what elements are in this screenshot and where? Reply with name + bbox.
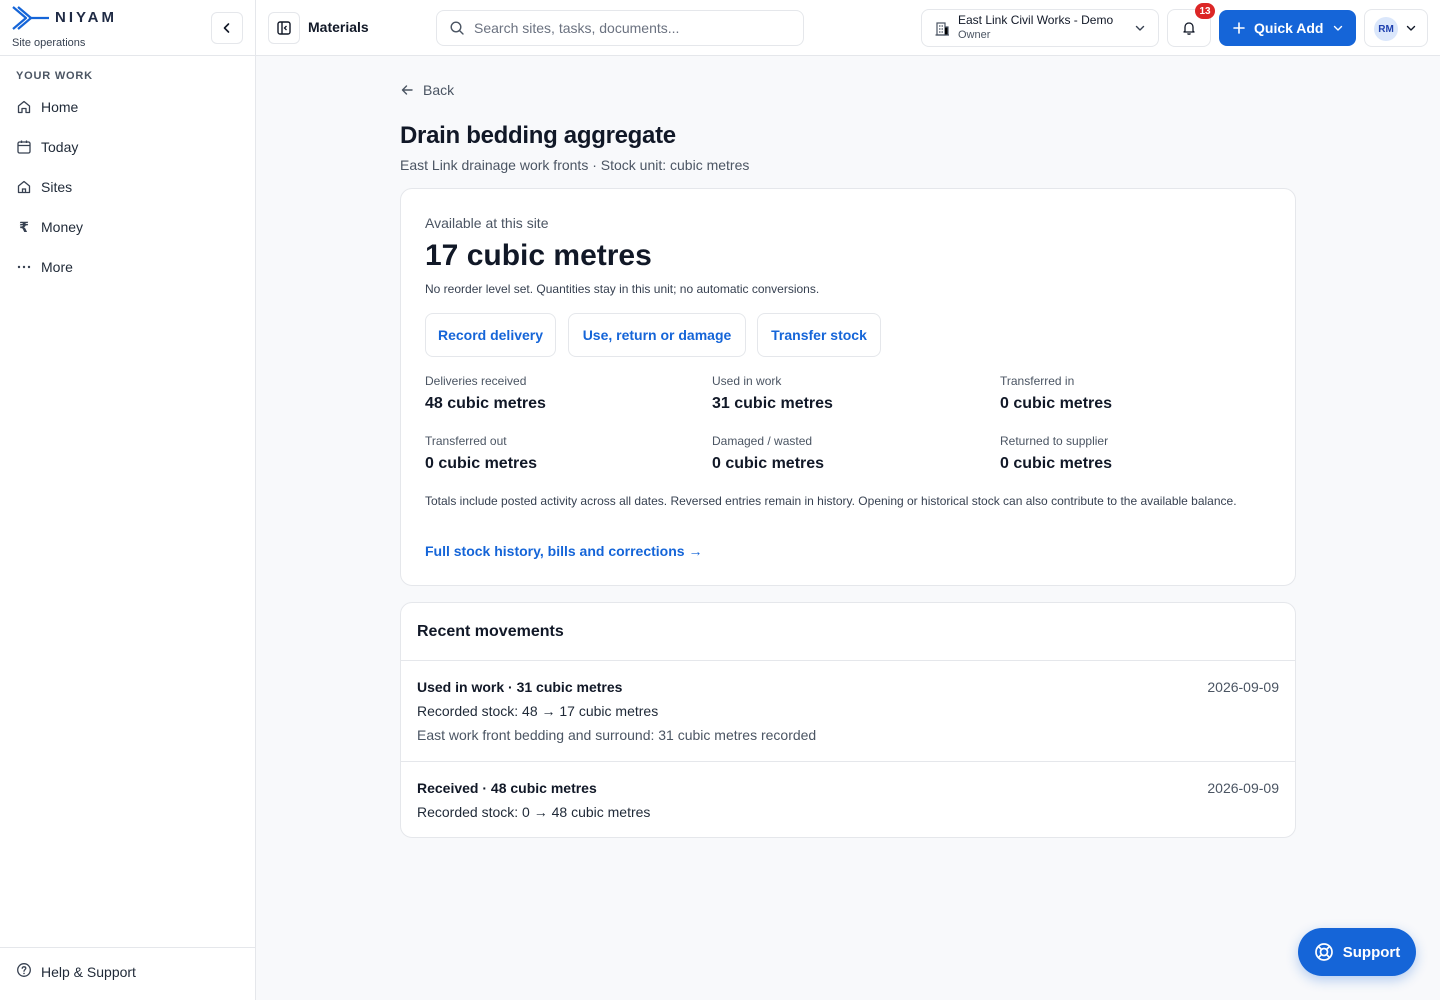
help-icon <box>16 962 32 981</box>
stat-label: Damaged / wasted <box>712 434 813 448</box>
movement-heading: Received · 48 cubic metres <box>417 780 597 796</box>
movement-stock-change: Recorded stock: 48 → 17 cubic metres <box>417 703 659 719</box>
movement-date: 2026-09-09 <box>1207 780 1279 796</box>
calendar-icon <box>16 139 32 155</box>
sidebar-footer: Help & Support <box>0 947 255 1000</box>
stat-value: 31 cubic metres <box>712 395 833 412</box>
stat-label: Used in work <box>712 374 782 388</box>
reorder-note: No reorder level set. Quantities stay in… <box>425 282 820 296</box>
sidebar-item-label: Home <box>41 99 79 115</box>
support-label: Support <box>1342 943 1401 961</box>
sidebar-item-today[interactable]: Today <box>16 133 78 161</box>
stat-damaged-wasted: Damaged / wasted 0 cubic metres <box>712 434 972 473</box>
stat-deliveries-received: Deliveries received 48 cubic metres <box>425 374 685 413</box>
sidebar: NIYAM Site operations YOUR WORK Home Tod… <box>0 0 256 1000</box>
section-label-your-work: YOUR WORK <box>16 70 93 82</box>
help-support-label: Help & Support <box>41 963 136 980</box>
stat-transferred-out: Transferred out 0 cubic metres <box>425 434 685 473</box>
back-label: Back <box>423 82 455 98</box>
back-link[interactable]: Back <box>400 80 454 100</box>
topbar: Materials East Link Civil Works - Demo O… <box>256 0 1440 56</box>
chevron-down-icon <box>1406 25 1416 31</box>
stat-value: 0 cubic metres <box>1000 455 1113 472</box>
sidebar-item-label: More <box>41 259 73 275</box>
plus-icon <box>1233 22 1245 34</box>
niyam-logo-icon <box>12 6 49 30</box>
avatar: RM <box>1374 17 1398 41</box>
sidebar-item-label: Money <box>41 219 84 235</box>
page-title: Drain bedding aggregate <box>400 122 676 149</box>
sidebar-item-sites[interactable]: Sites <box>16 173 72 201</box>
notification-count-badge: 13 <box>1195 3 1215 19</box>
recent-movements-title: Recent movements <box>417 623 564 640</box>
page-title-crumb: Materials <box>308 19 369 35</box>
chevron-down-icon <box>1333 25 1343 31</box>
stat-transferred-in: Transferred in 0 cubic metres <box>1000 374 1260 413</box>
movement-item[interactable]: Received · 48 cubic metres 2026-09-09 Re… <box>417 780 1279 820</box>
home-icon <box>16 99 32 115</box>
stat-value: 48 cubic metres <box>425 395 546 412</box>
divider <box>401 660 1295 661</box>
sidebar-item-home[interactable]: Home <box>16 93 78 121</box>
search-box[interactable] <box>436 10 804 46</box>
toggle-panel-button[interactable] <box>268 12 300 44</box>
stat-returned-to-supplier: Returned to supplier 0 cubic metres <box>1000 434 1260 473</box>
record-delivery-button[interactable]: Record delivery <box>425 313 556 357</box>
page-subtitle: East Link drainage work fronts · Stock u… <box>400 157 750 173</box>
quick-add-button[interactable]: Quick Add <box>1219 10 1356 46</box>
search-input[interactable] <box>474 20 774 36</box>
organization-role: Owner <box>958 29 991 41</box>
sidebar-item-money[interactable]: ₹ Money <box>16 213 83 241</box>
building-icon <box>16 179 32 195</box>
use-return-damage-button[interactable]: Use, return or damage <box>568 313 746 357</box>
quick-add-label: Quick Add <box>1254 20 1324 36</box>
lifebuoy-icon <box>1314 943 1333 961</box>
sidebar-item-label: Today <box>41 139 79 155</box>
brand-name: NIYAM <box>55 9 117 26</box>
movement-note: East work front bedding and surround: 31… <box>417 727 817 743</box>
arrow-left-icon <box>401 85 413 95</box>
organization-name: East Link Civil Works - Demo <box>958 13 1114 27</box>
transfer-stock-button[interactable]: Transfer stock <box>757 313 881 357</box>
stat-used-in-work: Used in work 31 cubic metres <box>712 374 972 413</box>
available-quantity: 17 cubic metres <box>425 239 652 272</box>
movement-item[interactable]: Used in work · 31 cubic metres 2026-09-0… <box>417 679 1279 743</box>
stat-label: Transferred out <box>425 434 507 448</box>
brand-subtitle: Site operations <box>12 37 86 49</box>
user-menu-button[interactable]: RM <box>1364 9 1428 47</box>
stat-label: Returned to supplier <box>1000 434 1109 448</box>
sidebar-item-label: Sites <box>41 179 73 195</box>
stat-label: Transferred in <box>1000 374 1075 388</box>
brand-header: NIYAM Site operations <box>0 0 255 56</box>
recent-movements-card: Recent movements Used in work · 31 cubic… <box>400 602 1296 838</box>
rupee-icon: ₹ <box>19 218 29 235</box>
stat-value: 0 cubic metres <box>1000 395 1113 412</box>
movement-heading: Used in work · 31 cubic metres <box>417 679 623 695</box>
more-icon <box>16 259 32 275</box>
movement-stock-change: Recorded stock: 0 → 48 cubic metres <box>417 804 651 820</box>
divider <box>401 761 1295 762</box>
stock-summary-card: Available at this site 17 cubic metres N… <box>400 188 1296 586</box>
totals-note: Totals include posted activity across al… <box>425 494 1237 508</box>
stock-history-link[interactable]: Full stock history, bills and correction… <box>425 543 702 559</box>
support-button[interactable]: Support <box>1298 928 1416 976</box>
available-label: Available at this site <box>425 215 549 231</box>
chevron-left-icon <box>223 23 230 33</box>
collapse-sidebar-button[interactable] <box>211 12 243 44</box>
organization-switcher[interactable]: East Link Civil Works - Demo Owner <box>921 9 1159 47</box>
sidebar-item-more[interactable]: More <box>16 253 73 281</box>
help-support-link[interactable]: Help & Support <box>16 962 136 981</box>
stat-value: 0 cubic metres <box>425 455 538 472</box>
bell-icon <box>1183 22 1195 35</box>
sidebar-panel-icon <box>277 21 291 35</box>
stat-value: 0 cubic metres <box>712 455 825 472</box>
movement-date: 2026-09-09 <box>1207 679 1279 695</box>
office-building-icon <box>935 22 949 36</box>
chevron-down-icon <box>1135 25 1145 31</box>
search-icon <box>450 21 464 35</box>
stat-label: Deliveries received <box>425 374 527 388</box>
